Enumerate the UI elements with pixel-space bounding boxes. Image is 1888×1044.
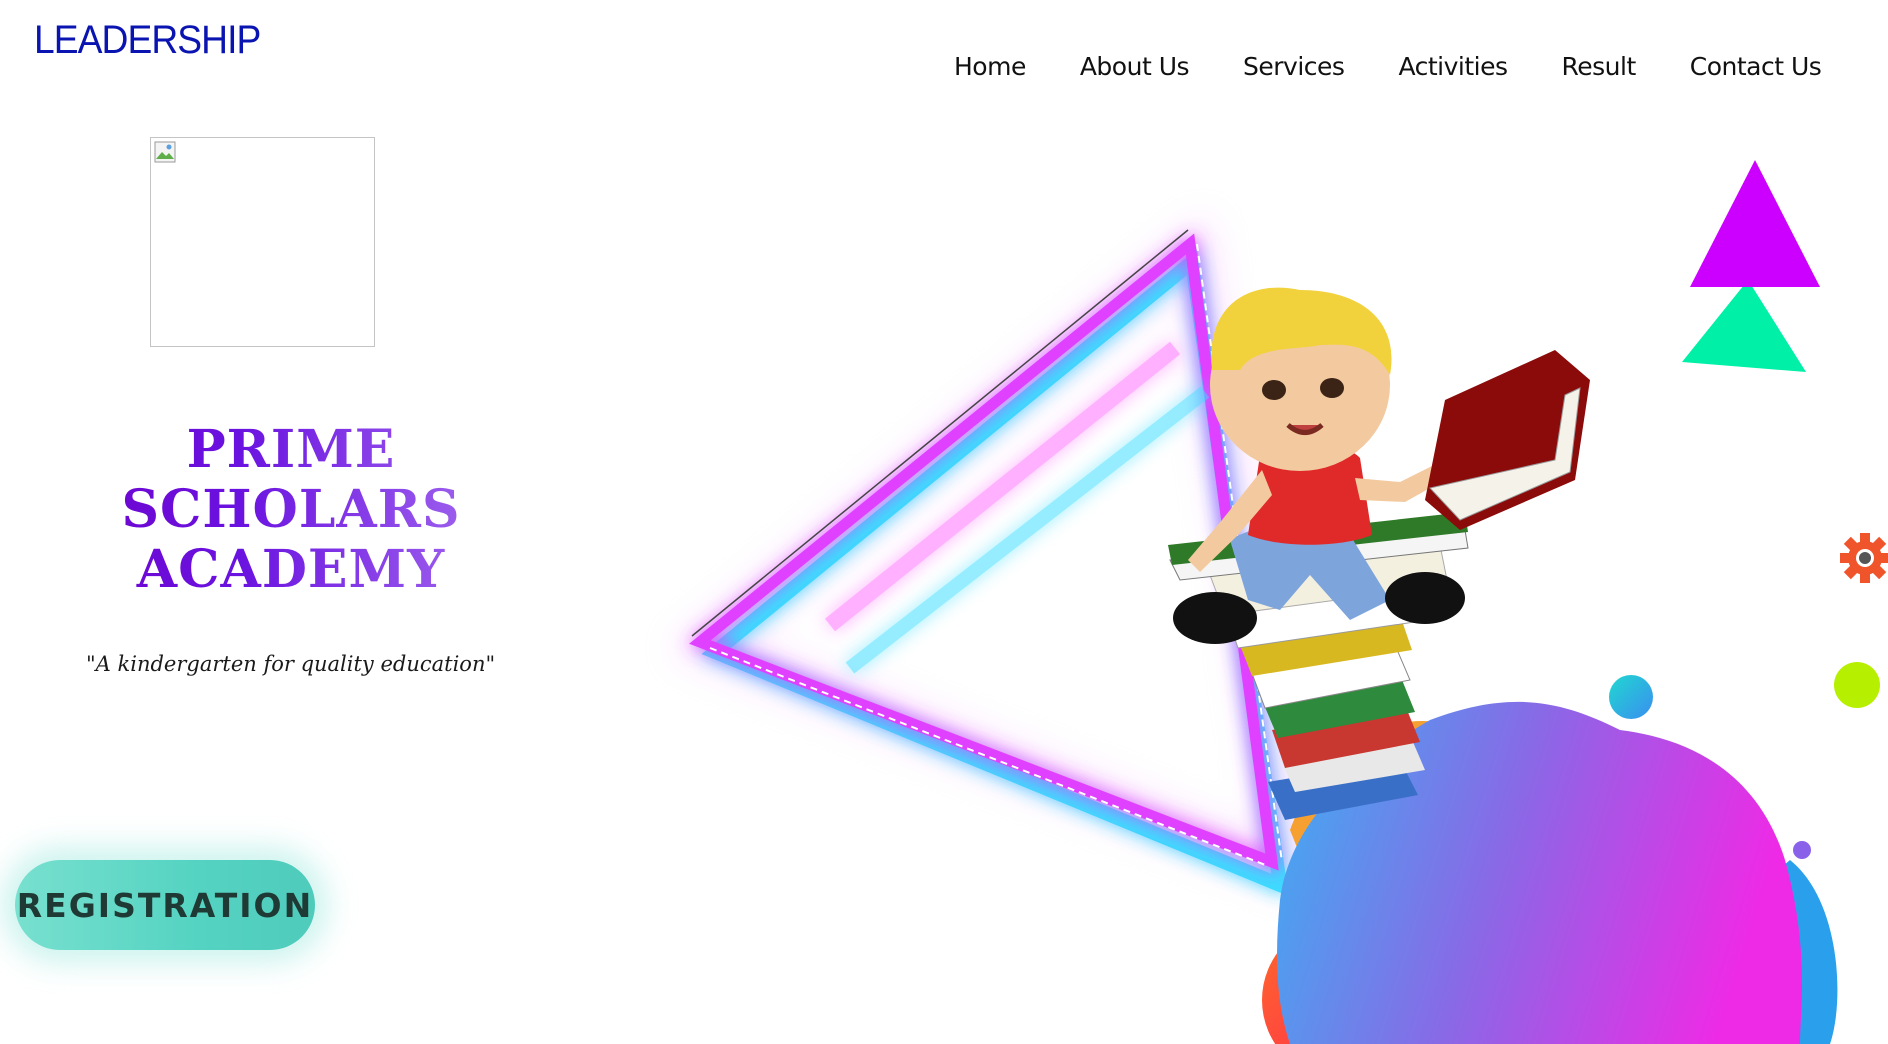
neon-triangle: [671, 216, 1312, 897]
school-tagline: "A kindergarten for quality education": [86, 652, 496, 676]
school-logo-placeholder: [150, 137, 375, 347]
purple-dot: [1793, 841, 1811, 859]
broken-image-icon: [154, 141, 176, 163]
nav-result[interactable]: Result: [1562, 52, 1637, 81]
school-name-line2: ACADEMY: [136, 539, 446, 600]
registration-button[interactable]: REGISTRATION: [15, 860, 315, 950]
lime-dot: [1834, 662, 1880, 708]
purple-triangle: [1690, 160, 1820, 287]
nav-services[interactable]: Services: [1243, 52, 1345, 81]
nav-activities[interactable]: Activities: [1398, 52, 1508, 81]
color-blobs: [1262, 701, 1838, 1044]
site-brand-logo[interactable]: LEADERSHIP: [34, 18, 261, 63]
school-name-title: PRIME SCHOLARS ACADEMY: [26, 420, 556, 600]
registration-button-wrapper: REGISTRATION: [1, 846, 329, 964]
green-triangle: [1682, 280, 1806, 372]
main-nav: Home About Us Services Activities Result…: [954, 52, 1822, 81]
nav-contact-us[interactable]: Contact Us: [1690, 52, 1822, 81]
boy-on-books-illustration: [1168, 287, 1590, 820]
gear-icon[interactable]: [1838, 532, 1888, 584]
nav-about-us[interactable]: About Us: [1080, 52, 1190, 81]
school-name-line1: PRIME SCHOLARS: [121, 419, 461, 540]
teal-dot: [1609, 675, 1653, 719]
nav-home[interactable]: Home: [954, 52, 1026, 81]
